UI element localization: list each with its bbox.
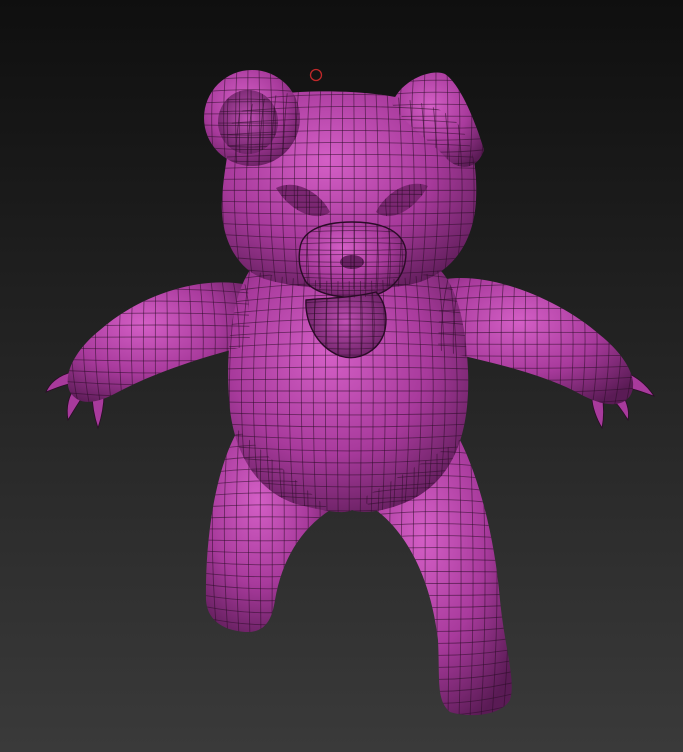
zbrush-canvas[interactable] — [0, 0, 683, 752]
sculpt-viewport-svg[interactable] — [0, 0, 683, 752]
